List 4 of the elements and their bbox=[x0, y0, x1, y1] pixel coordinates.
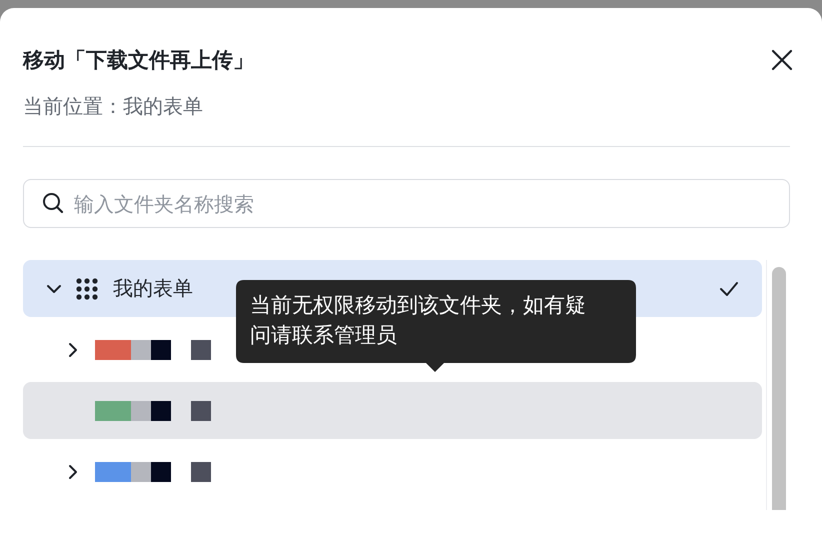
dialog-title: 移动「下载文件再上传」 bbox=[23, 47, 254, 74]
tooltip: 当前无权限移动到该文件夹，如有疑问请联系管理员 bbox=[236, 280, 636, 372]
folder-name: 我的表单 bbox=[113, 275, 193, 302]
current-location: 当前位置：我的表单 bbox=[23, 93, 204, 120]
